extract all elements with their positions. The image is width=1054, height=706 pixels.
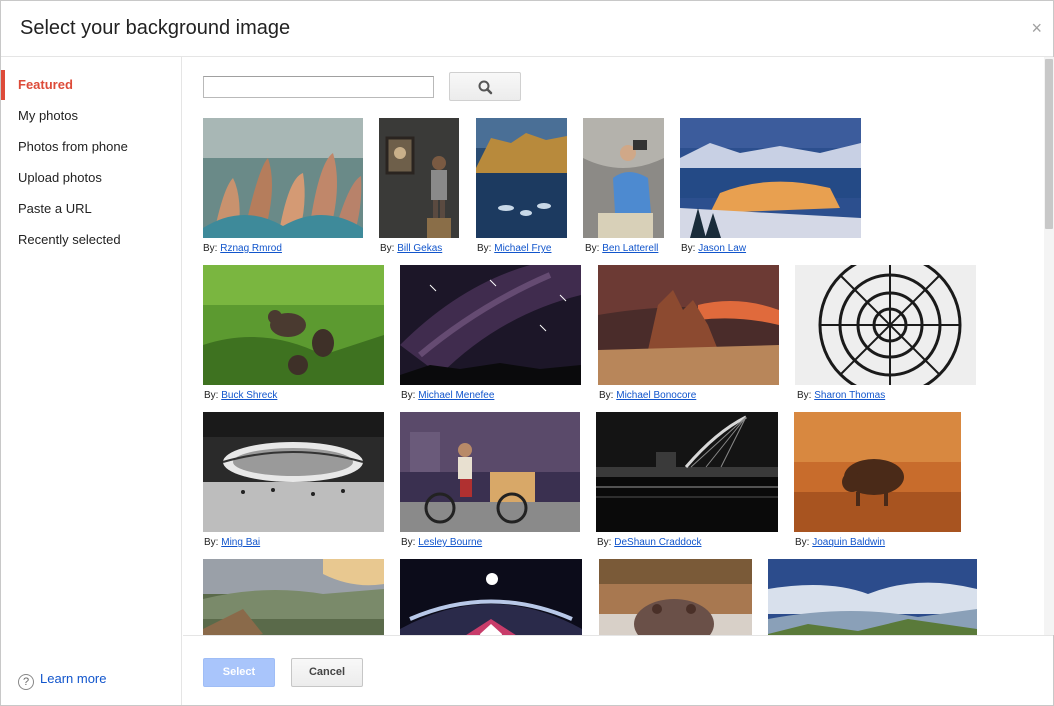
photo-thumbnail[interactable] xyxy=(203,559,384,635)
author-link[interactable]: Michael Bonocore xyxy=(616,390,696,401)
author-link[interactable]: Buck Shreck xyxy=(221,390,277,401)
caption-prefix: By: xyxy=(401,390,416,401)
photo-thumbnail[interactable] xyxy=(795,265,976,385)
photo-thumbnail[interactable] xyxy=(794,412,961,532)
author-link[interactable]: Bill Gekas xyxy=(397,243,442,254)
bridge-night-photo xyxy=(596,412,778,532)
night-city-photo xyxy=(680,118,861,238)
author-link[interactable]: Joaquin Baldwin xyxy=(812,537,885,548)
sidebar: Featured My photos Photos from phone Upl… xyxy=(1,57,182,705)
photo-caption: By: Michael Menefee xyxy=(401,390,494,401)
caption-prefix: By: xyxy=(681,243,696,254)
sidebar-item-featured[interactable]: Featured xyxy=(1,70,181,100)
photo-thumbnail[interactable] xyxy=(400,412,580,532)
photo-caption: By: Michael Bonocore xyxy=(599,390,696,401)
sidebar-item-recently-selected[interactable]: Recently selected xyxy=(1,225,181,255)
photo-thumbnail[interactable] xyxy=(400,265,581,385)
scrollbar-thumb[interactable] xyxy=(1045,59,1053,229)
sidebar-item-photos-from-phone[interactable]: Photos from phone xyxy=(1,132,181,162)
caption-prefix: By: xyxy=(797,390,812,401)
photo-caption: By: Ming Bai xyxy=(204,537,260,548)
landscape-sky-photo xyxy=(768,559,977,635)
photo-thumbnail[interactable] xyxy=(400,559,582,635)
search-input[interactable] xyxy=(203,76,434,98)
fisheye-night-photo xyxy=(400,559,582,635)
photo-thumbnail[interactable] xyxy=(596,412,778,532)
star-trails-photo xyxy=(400,265,581,385)
caption-prefix: By: xyxy=(380,243,395,254)
caption-prefix: By: xyxy=(477,243,492,254)
author-link[interactable]: Rznag Rmrod xyxy=(220,243,282,254)
caption-prefix: By: xyxy=(599,390,614,401)
author-link[interactable]: Jason Law xyxy=(698,243,746,254)
photo-thumbnail[interactable] xyxy=(768,559,977,635)
photo-thumbnail[interactable] xyxy=(598,265,779,385)
photo-caption: By: Michael Frye xyxy=(477,243,551,254)
learn-more-link[interactable]: ? Learn more xyxy=(18,671,106,690)
photo-caption: By: Jason Law xyxy=(681,243,746,254)
caption-prefix: By: xyxy=(795,537,810,548)
photo-caption: By: Sharon Thomas xyxy=(797,390,885,401)
sidebar-item-my-photos[interactable]: My photos xyxy=(1,101,181,131)
photo-caption: By: Lesley Bourne xyxy=(401,537,482,548)
stadium-photo xyxy=(203,412,384,532)
photo-caption: By: DeShaun Craddock xyxy=(597,537,702,548)
cancel-button[interactable]: Cancel xyxy=(291,658,363,687)
photo-thumbnail[interactable] xyxy=(599,559,752,635)
author-link[interactable]: Ben Latterell xyxy=(602,243,658,254)
tricycle-photo xyxy=(400,412,580,532)
valley-clouds-photo xyxy=(203,559,384,635)
person-camera-photo xyxy=(583,118,664,238)
photo-caption: By: Bill Gekas xyxy=(380,243,442,254)
help-icon: ? xyxy=(18,674,34,690)
author-link[interactable]: Lesley Bourne xyxy=(418,537,482,548)
hippo-photo xyxy=(599,559,752,635)
author-link[interactable]: Sharon Thomas xyxy=(814,390,885,401)
learn-more-label: Learn more xyxy=(40,671,107,686)
caption-prefix: By: xyxy=(203,243,218,254)
sidebar-item-upload-photos[interactable]: Upload photos xyxy=(1,163,181,193)
photo-thumbnail[interactable] xyxy=(583,118,664,238)
photo-thumbnail[interactable] xyxy=(203,265,384,385)
dialog-header: Select your background image × xyxy=(1,1,1053,57)
photo-caption: By: Ben Latterell xyxy=(585,243,658,254)
photo-caption: By: Rznag Rmrod xyxy=(203,243,282,254)
photo-thumbnail[interactable] xyxy=(203,118,363,238)
photo-caption: By: Buck Shreck xyxy=(204,390,277,401)
caption-prefix: By: xyxy=(204,390,219,401)
photo-grid-area: By: Rznag Rmrod By: Bill Gekas By: Micha… xyxy=(183,57,1043,635)
close-icon[interactable]: × xyxy=(1031,18,1042,39)
sidebar-item-paste-url[interactable]: Paste a URL xyxy=(1,194,181,224)
search-button[interactable] xyxy=(449,72,521,101)
scrollbar[interactable] xyxy=(1044,57,1054,635)
photo-thumbnail[interactable] xyxy=(379,118,459,238)
search-icon xyxy=(478,80,493,95)
caption-prefix: By: xyxy=(597,537,612,548)
bison-photo xyxy=(794,412,961,532)
select-button[interactable]: Select xyxy=(203,658,275,687)
photo-thumbnail[interactable] xyxy=(680,118,861,238)
dialog-title: Select your background image xyxy=(20,17,291,39)
child-portrait-photo xyxy=(379,118,459,238)
author-link[interactable]: Ming Bai xyxy=(221,537,260,548)
river-valley-photo xyxy=(476,118,567,238)
dialog-footer: Select Cancel xyxy=(183,635,1053,705)
glass-dome-photo xyxy=(795,265,976,385)
rock-sunset-photo xyxy=(598,265,779,385)
caption-prefix: By: xyxy=(585,243,600,254)
photo-thumbnail[interactable] xyxy=(476,118,567,238)
author-link[interactable]: Michael Frye xyxy=(494,243,551,254)
photo-caption: By: Joaquin Baldwin xyxy=(795,537,885,548)
caption-prefix: By: xyxy=(204,537,219,548)
author-link[interactable]: DeShaun Craddock xyxy=(614,537,701,548)
caption-prefix: By: xyxy=(401,537,416,548)
bears-photo xyxy=(203,265,384,385)
author-link[interactable]: Michael Menefee xyxy=(418,390,494,401)
plants-photo xyxy=(203,118,363,238)
photo-thumbnail[interactable] xyxy=(203,412,384,532)
background-image-dialog: Select your background image × Featured … xyxy=(0,0,1054,706)
